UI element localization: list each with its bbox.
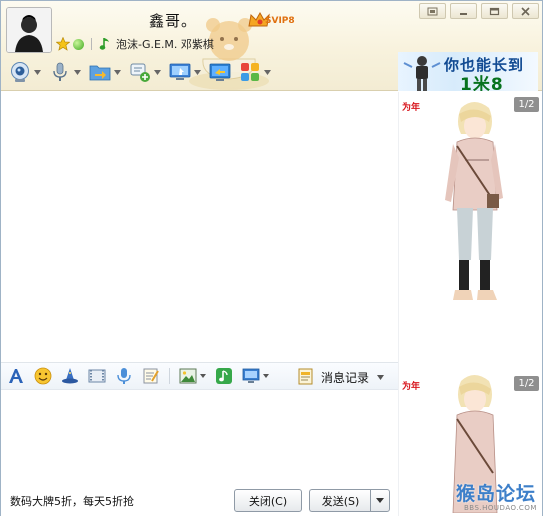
music-icon[interactable]: [215, 367, 233, 385]
contact-nickname: 鑫哥。: [149, 12, 198, 30]
contact-show-panel: 为年 1/2 为年 1/2: [398, 92, 542, 516]
minimize-icon: [460, 12, 467, 15]
chevron-down-icon[interactable]: [377, 374, 385, 380]
chat-header: 鑫哥。 SVIP8 泡沫-G.E.M. 邓紫棋 你也能长到 1米8: [1, 1, 542, 91]
show-pager[interactable]: 1/2: [514, 376, 539, 391]
apps-button[interactable]: [239, 61, 271, 83]
video-clip-icon[interactable]: [88, 367, 106, 385]
chat-footer: 数码大牌5折，每天5折抢 关闭(C) 发送(S): [1, 485, 398, 516]
history-label: 消息记录: [321, 370, 370, 385]
contact-show-top[interactable]: 为年 1/2: [399, 92, 543, 364]
screen-share-icon: [209, 63, 231, 81]
star-icon[interactable]: [56, 37, 70, 51]
create-discussion-button[interactable]: [129, 61, 161, 83]
remote-assist-button[interactable]: [169, 61, 201, 83]
status-row: 泡沫-G.E.M. 邓紫棋: [56, 35, 214, 53]
voice-call-button[interactable]: [49, 61, 81, 83]
now-playing-song[interactable]: 泡沫-G.E.M. 邓紫棋: [116, 36, 214, 52]
close-icon: [521, 6, 530, 16]
minimize-button[interactable]: [450, 3, 477, 19]
chevron-down-icon[interactable]: [263, 374, 269, 378]
close-button[interactable]: 关闭(C): [234, 489, 302, 512]
image-icon[interactable]: [179, 367, 197, 385]
input-toolbar: 消息记录: [1, 362, 398, 390]
watermark-title: 猴岛论坛: [456, 483, 537, 505]
message-history-area[interactable]: [1, 92, 398, 360]
microphone-icon: [53, 62, 67, 81]
chevron-down-icon[interactable]: [264, 69, 271, 75]
skin-icon: [427, 7, 438, 15]
send-options-button[interactable]: [370, 489, 390, 512]
window-controls: [419, 3, 539, 19]
chevron-down-icon[interactable]: [194, 69, 201, 75]
history-icon: [298, 368, 313, 385]
svip-level-label: SVIP8: [265, 16, 295, 26]
folder-transfer-icon: [89, 65, 111, 81]
banner-person-image: [403, 56, 441, 91]
video-call-button[interactable]: [9, 61, 41, 83]
input-toolbar-icons: [7, 367, 278, 385]
chevron-down-icon[interactable]: [34, 69, 41, 75]
toolbar-divider: [169, 368, 170, 384]
show-badge: 为年: [402, 382, 421, 392]
show-badge: 为年: [402, 103, 421, 113]
voice-message-icon[interactable]: [115, 367, 133, 385]
chevron-down-icon[interactable]: [154, 69, 161, 75]
send-button[interactable]: 发送(S): [309, 489, 371, 512]
main-toolbar: [9, 61, 279, 83]
chevron-down-icon: [376, 498, 384, 503]
maximize-icon: [489, 7, 500, 15]
emoji-icon[interactable]: [34, 367, 52, 385]
chevron-down-icon[interactable]: [114, 69, 121, 75]
close-button[interactable]: [512, 3, 539, 19]
online-status-icon: [73, 38, 84, 50]
skin-button[interactable]: [419, 3, 446, 19]
magic-icon[interactable]: [61, 367, 79, 385]
ad-banner[interactable]: 你也能长到 1米8: [398, 52, 538, 91]
remote-desktop-icon: [169, 63, 191, 80]
apps-grid-icon: [241, 63, 259, 81]
contact-avatar[interactable]: [6, 7, 52, 53]
show-pager[interactable]: 1/2: [514, 97, 539, 112]
chat-window: 鑫哥。 SVIP8 泡沫-G.E.M. 邓紫棋 你也能长到 1米8 消息记录 数…: [0, 0, 543, 516]
anime-character-image: [445, 102, 503, 300]
message-input[interactable]: [1, 391, 398, 485]
watermark-url: BBS.HOUDAO.COM: [464, 504, 537, 512]
screenshot-icon[interactable]: [242, 367, 260, 385]
chevron-down-icon[interactable]: [74, 69, 81, 75]
webcam-icon: [11, 62, 29, 82]
promo-link[interactable]: 数码大牌5折，每天5折抢: [10, 493, 134, 509]
chat-add-icon: [130, 63, 150, 82]
maximize-button[interactable]: [481, 3, 508, 19]
font-icon[interactable]: [7, 367, 25, 385]
banner-line-2: 1米8: [460, 75, 504, 91]
message-history-button[interactable]: 消息记录: [297, 368, 385, 386]
note-icon[interactable]: [142, 367, 160, 385]
forum-watermark: 猴岛论坛 BBS.HOUDAO.COM: [456, 479, 537, 512]
status-divider: [91, 38, 92, 50]
chevron-down-icon[interactable]: [200, 374, 206, 378]
send-file-button[interactable]: [89, 61, 121, 83]
music-note-icon: [99, 38, 109, 50]
share-screen-button[interactable]: [209, 61, 231, 83]
